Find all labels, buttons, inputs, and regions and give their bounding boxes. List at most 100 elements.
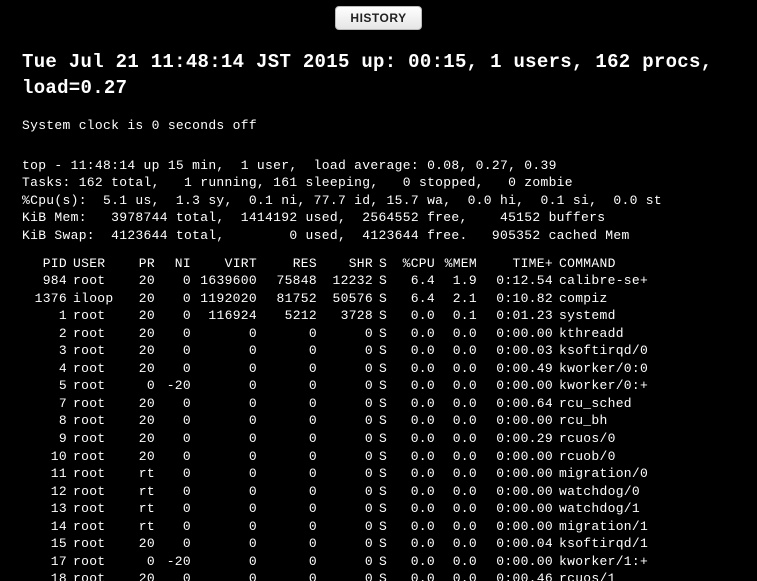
history-button[interactable]: HISTORY (335, 6, 421, 30)
cell-shr: 50576 (320, 290, 376, 308)
cell-virt: 0 (194, 500, 260, 518)
cell-ni: -20 (158, 377, 194, 395)
cell-virt: 0 (194, 518, 260, 536)
cell-res: 0 (260, 360, 320, 378)
col-user: USER (70, 255, 126, 273)
cell-virt: 0 (194, 360, 260, 378)
cell-cmd: rcuos/1 (556, 570, 662, 581)
cell-ni: 0 (158, 430, 194, 448)
table-row: 7root200000S0.00.00:00.64rcu_sched (22, 395, 662, 413)
cell-s: S (376, 377, 392, 395)
cell-virt: 0 (194, 483, 260, 501)
cell-shr: 0 (320, 430, 376, 448)
cell-cpu: 0.0 (392, 518, 438, 536)
cell-pid: 9 (22, 430, 70, 448)
table-row: 3root200000S0.00.00:00.03ksoftirqd/0 (22, 342, 662, 360)
cell-pr: 20 (126, 307, 158, 325)
cell-user: root (70, 570, 126, 581)
cell-ni: 0 (158, 412, 194, 430)
cell-s: S (376, 465, 392, 483)
cell-res: 81752 (260, 290, 320, 308)
cell-pid: 5 (22, 377, 70, 395)
cell-res: 0 (260, 325, 320, 343)
cell-pid: 3 (22, 342, 70, 360)
cell-cmd: watchdog/1 (556, 500, 662, 518)
table-row: 12rootrt0000S0.00.00:00.00watchdog/0 (22, 483, 662, 501)
table-row: 18root200000S0.00.00:00.46rcuos/1 (22, 570, 662, 581)
cell-time: 0:00.00 (480, 518, 556, 536)
cell-time: 0:00.00 (480, 465, 556, 483)
cell-shr: 3728 (320, 307, 376, 325)
cell-mem: 0.0 (438, 395, 480, 413)
col-res: RES (260, 255, 320, 273)
cell-cpu: 0.0 (392, 448, 438, 466)
cell-pr: 20 (126, 412, 158, 430)
cell-cpu: 0.0 (392, 395, 438, 413)
cell-mem: 0.0 (438, 553, 480, 571)
cell-res: 5212 (260, 307, 320, 325)
cell-pid: 2 (22, 325, 70, 343)
table-row: 8root200000S0.00.00:00.00rcu_bh (22, 412, 662, 430)
cell-user: iloop (70, 290, 126, 308)
cell-mem: 0.0 (438, 360, 480, 378)
cell-virt: 0 (194, 448, 260, 466)
col-time: TIME+ (480, 255, 556, 273)
cell-time: 0:00.03 (480, 342, 556, 360)
cell-ni: 0 (158, 342, 194, 360)
cell-s: S (376, 430, 392, 448)
cell-ni: 0 (158, 290, 194, 308)
col-pr: PR (126, 255, 158, 273)
cell-pid: 11 (22, 465, 70, 483)
cell-cmd: ksoftirqd/1 (556, 535, 662, 553)
cell-s: S (376, 500, 392, 518)
col-cmd: COMMAND (556, 255, 662, 273)
cell-pid: 18 (22, 570, 70, 581)
cell-cpu: 0.0 (392, 430, 438, 448)
cell-pid: 984 (22, 272, 70, 290)
cell-cpu: 0.0 (392, 535, 438, 553)
cell-shr: 0 (320, 535, 376, 553)
top-line-cpu: %Cpu(s): 5.1 us, 1.3 sy, 0.1 ni, 77.7 id… (22, 192, 735, 210)
cell-s: S (376, 307, 392, 325)
cell-res: 0 (260, 500, 320, 518)
cell-s: S (376, 412, 392, 430)
top-line-uptime: top - 11:48:14 up 15 min, 1 user, load a… (22, 157, 735, 175)
cell-pr: 0 (126, 377, 158, 395)
cell-time: 0:00.00 (480, 325, 556, 343)
cell-res: 0 (260, 483, 320, 501)
table-row: 14rootrt0000S0.00.00:00.00migration/1 (22, 518, 662, 536)
cell-shr: 0 (320, 483, 376, 501)
cell-cpu: 0.0 (392, 307, 438, 325)
cell-cpu: 0.0 (392, 465, 438, 483)
cell-user: root (70, 483, 126, 501)
cell-mem: 0.0 (438, 430, 480, 448)
cell-pr: 20 (126, 290, 158, 308)
table-row: 15root200000S0.00.00:00.04ksoftirqd/1 (22, 535, 662, 553)
cell-shr: 0 (320, 465, 376, 483)
table-row: 1root20011692452123728S0.00.10:01.23syst… (22, 307, 662, 325)
cell-ni: 0 (158, 500, 194, 518)
cell-ni: 0 (158, 483, 194, 501)
top-line-mem: KiB Mem: 3978744 total, 1414192 used, 25… (22, 209, 735, 227)
cell-ni: 0 (158, 518, 194, 536)
cell-user: root (70, 395, 126, 413)
cell-s: S (376, 448, 392, 466)
cell-cmd: calibre-se+ (556, 272, 662, 290)
cell-pr: 20 (126, 570, 158, 581)
cell-pid: 1 (22, 307, 70, 325)
cell-pr: 20 (126, 448, 158, 466)
cell-pr: rt (126, 518, 158, 536)
cell-pr: 20 (126, 272, 158, 290)
table-row: 984root20016396007584812232S6.41.90:12.5… (22, 272, 662, 290)
cell-user: root (70, 500, 126, 518)
col-s: S (376, 255, 392, 273)
cell-mem: 0.0 (438, 377, 480, 395)
col-mem: %MEM (438, 255, 480, 273)
cell-res: 75848 (260, 272, 320, 290)
cell-shr: 0 (320, 448, 376, 466)
cell-cpu: 0.0 (392, 360, 438, 378)
process-table-header-row: PID USER PR NI VIRT RES SHR S %CPU %MEM … (22, 255, 662, 273)
cell-ni: 0 (158, 395, 194, 413)
cell-ni: 0 (158, 535, 194, 553)
cell-virt: 0 (194, 377, 260, 395)
